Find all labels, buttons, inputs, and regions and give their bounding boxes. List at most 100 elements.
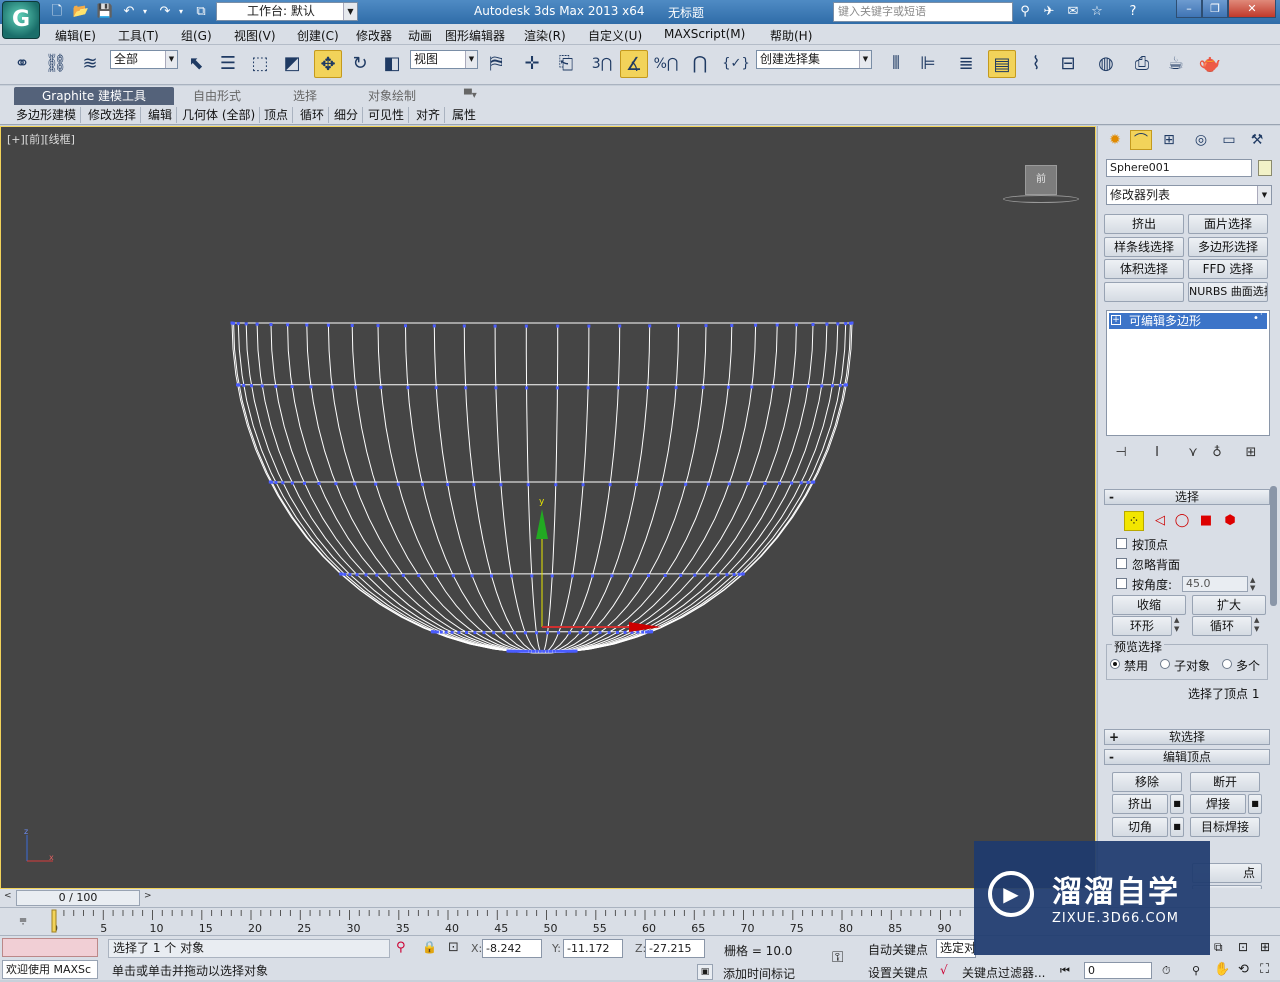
vertex-point[interactable] <box>674 386 678 390</box>
vertex-point[interactable] <box>236 383 239 387</box>
window-crossing-icon[interactable]: ◩ <box>278 50 306 78</box>
panel-properties[interactable]: 属性 <box>448 107 480 123</box>
new-file-icon[interactable]: 🗋 <box>48 3 66 21</box>
vertex-point[interactable] <box>242 383 246 387</box>
maximize-viewport-icon[interactable]: ⛶ <box>1260 962 1269 977</box>
menu-help[interactable]: 帮助(H) <box>770 27 812 44</box>
vertex-point[interactable] <box>545 649 549 653</box>
vertex-point[interactable] <box>799 481 803 485</box>
vertex-point[interactable] <box>334 482 338 486</box>
pan-hand-icon[interactable]: ✋ <box>1214 962 1230 977</box>
mod-extrude-button[interactable]: 挤出 <box>1104 214 1184 234</box>
zoom-extents-all-icon[interactable]: ⊞ <box>1260 940 1270 954</box>
vertex-point[interactable] <box>430 630 434 634</box>
z-coordinate-field[interactable]: -27.215 <box>645 939 705 958</box>
panel-geometry-all[interactable]: 几何体 (全部) <box>178 107 261 123</box>
vertex-point[interactable] <box>492 631 496 635</box>
vertex-point[interactable] <box>775 323 779 327</box>
command-panel-scrollbar[interactable] <box>1270 486 1277 606</box>
motion-panel-icon[interactable]: ◎ <box>1190 130 1212 150</box>
expand-plus-icon[interactable]: + <box>1111 315 1121 325</box>
vertex-point[interactable] <box>820 384 824 388</box>
vertex-point[interactable] <box>610 574 614 578</box>
zoom-extents-icon[interactable]: ⊡ <box>1238 940 1248 954</box>
orbit-icon[interactable]: ⟲ <box>1238 962 1249 977</box>
remove-modifier-icon[interactable]: ♁ <box>1208 444 1226 462</box>
vertex-point[interactable] <box>790 385 794 389</box>
vertex-point[interactable] <box>417 574 421 577</box>
mod-nurbs-select-button[interactable]: NURBS 曲面选择 <box>1188 282 1268 302</box>
modifier-list-select[interactable]: 修改器列表 ▼ <box>1106 185 1272 205</box>
vertex-point[interactable] <box>374 482 378 486</box>
vertex-point[interactable] <box>555 649 559 653</box>
ignore-backfacing-checkbox[interactable] <box>1116 558 1127 569</box>
vertex-point[interactable] <box>473 631 477 635</box>
vertex-point[interactable] <box>250 384 253 388</box>
vertex-point[interactable] <box>457 630 461 634</box>
vertex-point[interactable] <box>598 631 602 635</box>
vertex-point[interactable] <box>499 483 503 487</box>
vertex-point[interactable] <box>348 573 352 576</box>
vertex-point[interactable] <box>375 573 379 577</box>
vertex-point[interactable] <box>706 482 710 486</box>
menu-create[interactable]: 创建(C) <box>297 27 339 44</box>
vertex-point[interactable] <box>616 386 620 390</box>
mod-patch-select-button[interactable]: 面片选择 <box>1188 214 1268 234</box>
align-icon[interactable]: ⊫ <box>914 50 942 78</box>
vertex-point[interactable] <box>439 630 443 634</box>
project-folder-icon[interactable]: ⧉ <box>192 3 210 21</box>
vertex-point[interactable] <box>450 630 454 634</box>
vertex-point[interactable] <box>506 649 510 653</box>
vertex-point[interactable] <box>434 386 438 390</box>
vertex-point[interactable] <box>754 323 758 327</box>
extrude-button[interactable]: 挤出 <box>1112 794 1168 814</box>
mod-ffd-select-button[interactable]: FFD 选择 <box>1188 259 1268 279</box>
vertex-point[interactable] <box>646 386 650 390</box>
lock-selection-icon[interactable]: 🔒 <box>422 940 437 954</box>
panel-vertices[interactable]: 顶点 <box>260 107 294 123</box>
vertex-point[interactable] <box>677 324 680 328</box>
help-icon[interactable]: ? <box>1124 3 1142 21</box>
polygon-mode-icon[interactable]: ■ <box>1196 511 1216 531</box>
edge-mode-icon[interactable]: ◁ <box>1150 511 1170 531</box>
vertex-point[interactable] <box>326 323 330 327</box>
edit-named-selection-icon[interactable]: {✓} <box>722 50 750 78</box>
vertex-point[interactable] <box>843 383 847 387</box>
menu-graph-editors[interactable]: 图形编辑器 <box>445 27 505 44</box>
percent-snap-icon[interactable]: %⋂ <box>652 50 680 78</box>
angle-spinner-icon[interactable]: ▲ ▼ <box>1250 576 1258 592</box>
show-end-result-icon[interactable]: Ⅰ <box>1148 444 1166 462</box>
graphite-toggle-icon[interactable]: ▤ <box>988 50 1016 78</box>
rect-selection-icon[interactable]: ⬚ <box>246 50 274 78</box>
layer-manager-icon[interactable]: ≣ <box>952 50 980 78</box>
vertex-point[interactable] <box>701 385 705 389</box>
vertex-point[interactable] <box>616 631 619 634</box>
vertex-point[interactable] <box>558 649 562 653</box>
key-filters-icon[interactable]: √ <box>940 963 948 977</box>
vertex-point[interactable] <box>354 385 358 389</box>
minimize-icon[interactable]: – <box>1176 0 1202 18</box>
vertex-point[interactable] <box>561 649 565 653</box>
vertex-point[interactable] <box>836 322 840 326</box>
undo-icon[interactable]: ↶ <box>120 3 138 21</box>
vertex-point[interactable] <box>844 322 848 326</box>
vertex-point[interactable] <box>406 386 410 390</box>
schematic-view-icon[interactable]: ⊟ <box>1054 50 1082 78</box>
material-editor-icon[interactable]: ◍ <box>1092 50 1120 78</box>
vertex-point[interactable] <box>578 631 582 635</box>
ring-spinner-icon[interactable]: ▲ ▼ <box>1174 616 1184 634</box>
binoculars-icon[interactable]: ⚲ <box>1016 3 1034 21</box>
vertex-point[interactable] <box>274 384 278 388</box>
pivot-center-icon[interactable]: ⛿ <box>482 50 510 78</box>
angle-snap-icon[interactable]: ∡ <box>620 50 648 78</box>
vertex-point[interactable] <box>581 483 585 487</box>
mod-empty-button[interactable] <box>1104 282 1184 302</box>
unlink-icon[interactable]: ⛓ <box>42 50 70 78</box>
vertex-point[interactable] <box>730 324 734 327</box>
vertex-point[interactable] <box>831 384 834 388</box>
break-button[interactable]: 断开 <box>1190 772 1260 792</box>
make-unique-icon[interactable]: ⋎ <box>1184 444 1202 462</box>
vertex-mode-icon[interactable]: ⁘ <box>1124 511 1144 531</box>
subscription-icon[interactable]: ✈ <box>1040 3 1058 21</box>
set-key-mode-button[interactable]: 设置关键点 <box>868 964 928 981</box>
